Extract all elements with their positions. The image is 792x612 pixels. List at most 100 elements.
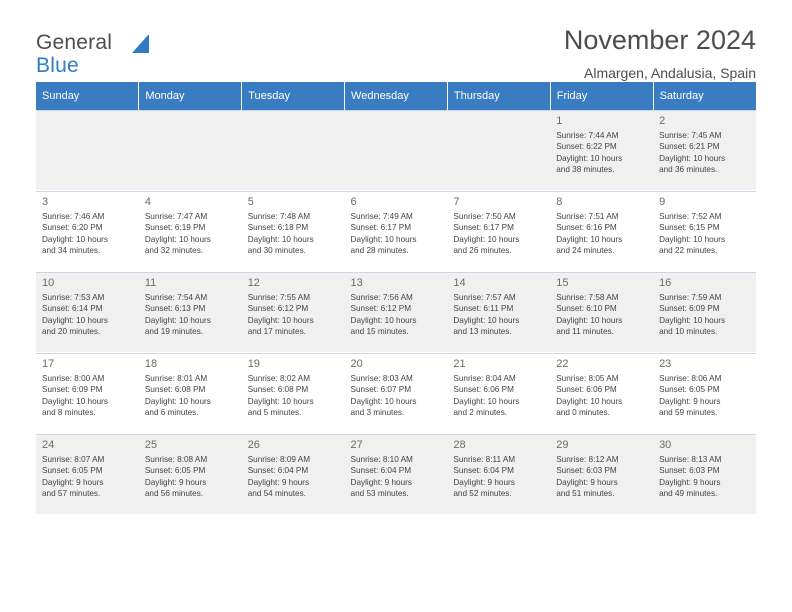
daylight-text-line2: and 19 minutes. bbox=[144, 327, 204, 337]
calendar-day-cell[interactable]: 17 Sunrise: 8:00 AM Sunset: 6:09 PM Dayligh… bbox=[36, 353, 139, 433]
daylight-text-line1: Daylight: 9 hours bbox=[659, 477, 721, 487]
day-number: 12 bbox=[247, 277, 260, 289]
daylight-text-line1: Daylight: 9 hours bbox=[453, 477, 515, 487]
calendar-day-cell[interactable]: 23 Sunrise: 8:06 AM Sunset: 6:05 PM Dayligh… bbox=[653, 353, 756, 433]
sunset-text: Sunset: 6:17 PM bbox=[453, 223, 514, 233]
calendar-day-cell[interactable]: 8 Sunrise: 7:51 AM Sunset: 6:16 PM Daylight… bbox=[550, 191, 654, 271]
calendar-day-cell[interactable]: 13 Sunrise: 7:56 AM Sunset: 6:12 PM Dayligh… bbox=[344, 272, 448, 352]
sunrise-text: Sunrise: 7:59 AM bbox=[659, 293, 722, 302]
calendar-cell-empty bbox=[344, 110, 448, 190]
calendar-day-cell[interactable]: 15 Sunrise: 7:58 AM Sunset: 6:10 PM Dayligh… bbox=[550, 272, 654, 352]
sunrise-text: Sunrise: 8:10 AM bbox=[350, 455, 413, 464]
day-number: 16 bbox=[659, 277, 672, 289]
calendar-day-cell[interactable]: 22 Sunrise: 8:05 AM Sunset: 6:06 PM Dayligh… bbox=[550, 353, 654, 433]
calendar-cell: 5 Sunrise: 7:48 AM Sunset: 6:18 PM Daylight… bbox=[241, 190, 345, 272]
calendar-day-cell[interactable]: 26 Sunrise: 8:09 AM Sunset: 6:04 PM Dayligh… bbox=[241, 434, 345, 514]
sunset-text: Sunset: 6:19 PM bbox=[144, 223, 206, 233]
daylight-text-line1: Daylight: 10 hours bbox=[659, 153, 726, 163]
sunrise-text: Sunrise: 8:09 AM bbox=[247, 455, 311, 464]
calendar-day-cell[interactable]: 18 Sunrise: 8:01 AM Sunset: 6:08 PM Dayligh… bbox=[138, 353, 242, 433]
calendar-day-cell[interactable]: 20 Sunrise: 8:03 AM Sunset: 6:07 PM Dayligh… bbox=[344, 353, 448, 433]
day-number: 22 bbox=[556, 358, 569, 370]
calendar-cell: 20 Sunrise: 8:03 AM Sunset: 6:07 PM Dayligh… bbox=[344, 352, 448, 434]
calendar-day-cell[interactable]: 2 Sunrise: 7:45 AM Sunset: 6:21 PM Daylight… bbox=[653, 110, 756, 190]
sunrise-text: Sunrise: 7:55 AM bbox=[247, 293, 311, 302]
location-subtitle: Almargen, Andalusia, Spain bbox=[584, 65, 756, 81]
day-number: 2 bbox=[659, 115, 666, 127]
daylight-text-line1: Daylight: 10 hours bbox=[144, 315, 211, 325]
calendar-cell: 29 Sunrise: 8:12 AM Sunset: 6:03 PM Dayligh… bbox=[550, 433, 654, 515]
sunset-text: Sunset: 6:08 PM bbox=[144, 385, 206, 395]
day-number: 24 bbox=[42, 439, 55, 451]
calendar-day-cell[interactable]: 12 Sunrise: 7:55 AM Sunset: 6:12 PM Dayligh… bbox=[241, 272, 345, 352]
sunset-text: Sunset: 6:09 PM bbox=[42, 385, 103, 395]
daylight-text-line2: and 6 minutes. bbox=[144, 408, 199, 418]
logo-text-blue: Blue bbox=[36, 54, 79, 77]
sunrise-text: Sunrise: 8:03 AM bbox=[350, 374, 413, 383]
daylight-text-line1: Daylight: 10 hours bbox=[453, 315, 520, 325]
weekday-header-thursday: Thursday bbox=[447, 82, 551, 110]
calendar-cell: 21 Sunrise: 8:04 AM Sunset: 6:06 PM Dayligh… bbox=[447, 352, 551, 434]
calendar-cell: 9 Sunrise: 7:52 AM Sunset: 6:15 PM Daylight… bbox=[653, 190, 756, 272]
calendar-day-cell[interactable]: 25 Sunrise: 8:08 AM Sunset: 6:05 PM Dayligh… bbox=[138, 434, 242, 514]
daylight-text-line2: and 34 minutes. bbox=[42, 246, 101, 256]
calendar-day-cell[interactable]: 14 Sunrise: 7:57 AM Sunset: 6:11 PM Dayligh… bbox=[447, 272, 551, 352]
day-number: 6 bbox=[350, 196, 357, 208]
weekday-header-friday: Friday bbox=[550, 82, 654, 110]
calendar-cell-empty bbox=[138, 110, 242, 190]
calendar-cell bbox=[36, 110, 139, 191]
calendar-cell-empty bbox=[447, 110, 551, 190]
calendar-day-cell[interactable]: 30 Sunrise: 8:13 AM Sunset: 6:03 PM Dayligh… bbox=[653, 434, 756, 514]
calendar-cell: 15 Sunrise: 7:58 AM Sunset: 6:10 PM Dayligh… bbox=[550, 271, 654, 353]
sunset-text: Sunset: 6:04 PM bbox=[247, 466, 309, 476]
sunrise-text: Sunrise: 7:48 AM bbox=[247, 212, 311, 221]
calendar-cell: 28 Sunrise: 8:11 AM Sunset: 6:04 PM Dayligh… bbox=[447, 433, 551, 515]
calendar-day-cell[interactable]: 21 Sunrise: 8:04 AM Sunset: 6:06 PM Dayligh… bbox=[447, 353, 551, 433]
weekday-header-wednesday: Wednesday bbox=[344, 82, 448, 110]
calendar-day-cell[interactable]: 6 Sunrise: 7:49 AM Sunset: 6:17 PM Daylight… bbox=[344, 191, 448, 271]
day-sun-info: Sunrise: 7:50 AM Sunset: 6:17 PM Daylight:… bbox=[453, 211, 545, 257]
day-sun-info: Sunrise: 8:07 AM Sunset: 6:05 PM Daylight:… bbox=[42, 454, 134, 500]
daylight-text-line2: and 10 minutes. bbox=[659, 327, 718, 337]
daylight-text-line1: Daylight: 10 hours bbox=[42, 396, 108, 406]
calendar-day-cell[interactable]: 11 Sunrise: 7:54 AM Sunset: 6:13 PM Dayligh… bbox=[138, 272, 242, 352]
calendar-day-cell[interactable]: 9 Sunrise: 7:52 AM Sunset: 6:15 PM Daylight… bbox=[653, 191, 756, 271]
calendar-day-cell[interactable]: 28 Sunrise: 8:11 AM Sunset: 6:04 PM Dayligh… bbox=[447, 434, 551, 514]
daylight-text-line1: Daylight: 9 hours bbox=[350, 477, 412, 487]
sunset-text: Sunset: 6:21 PM bbox=[659, 142, 720, 152]
calendar-day-cell[interactable]: 16 Sunrise: 7:59 AM Sunset: 6:09 PM Dayligh… bbox=[653, 272, 756, 352]
calendar-cell bbox=[447, 110, 551, 191]
day-number: 28 bbox=[453, 439, 466, 451]
calendar-day-cell[interactable]: 10 Sunrise: 7:53 AM Sunset: 6:14 PM Dayligh… bbox=[36, 272, 139, 352]
calendar-day-cell[interactable]: 3 Sunrise: 7:46 AM Sunset: 6:20 PM Daylight… bbox=[36, 191, 139, 271]
day-sun-info: Sunrise: 8:04 AM Sunset: 6:06 PM Daylight:… bbox=[453, 373, 545, 419]
calendar-day-cell[interactable]: 7 Sunrise: 7:50 AM Sunset: 6:17 PM Daylight… bbox=[447, 191, 551, 271]
calendar-day-cell[interactable]: 1 Sunrise: 7:44 AM Sunset: 6:22 PM Daylight… bbox=[550, 110, 654, 190]
calendar-day-cell[interactable]: 24 Sunrise: 8:07 AM Sunset: 6:05 PM Dayligh… bbox=[36, 434, 139, 514]
calendar-day-cell[interactable]: 27 Sunrise: 8:10 AM Sunset: 6:04 PM Dayligh… bbox=[344, 434, 448, 514]
calendar-day-cell[interactable]: 5 Sunrise: 7:48 AM Sunset: 6:18 PM Daylight… bbox=[241, 191, 345, 271]
daylight-text-line1: Daylight: 10 hours bbox=[42, 234, 108, 244]
calendar-day-cell[interactable]: 19 Sunrise: 8:02 AM Sunset: 6:08 PM Dayligh… bbox=[241, 353, 345, 433]
calendar-day-cell[interactable]: 4 Sunrise: 7:47 AM Sunset: 6:19 PM Daylight… bbox=[138, 191, 242, 271]
daylight-text-line1: Daylight: 9 hours bbox=[42, 477, 104, 487]
sunset-text: Sunset: 6:08 PM bbox=[247, 385, 309, 395]
daylight-text-line2: and 54 minutes. bbox=[247, 489, 306, 499]
sunrise-text: Sunrise: 7:47 AM bbox=[144, 212, 208, 221]
sunrise-text: Sunrise: 8:01 AM bbox=[144, 374, 208, 383]
calendar-cell: 30 Sunrise: 8:13 AM Sunset: 6:03 PM Dayligh… bbox=[653, 433, 756, 515]
daylight-text-line1: Daylight: 10 hours bbox=[42, 315, 108, 325]
day-sun-info: Sunrise: 7:44 AM Sunset: 6:22 PM Daylight:… bbox=[556, 130, 648, 176]
daylight-text-line2: and 36 minutes. bbox=[659, 165, 718, 175]
day-number: 5 bbox=[247, 196, 254, 208]
calendar-cell-empty bbox=[36, 110, 139, 190]
sunrise-text: Sunrise: 8:06 AM bbox=[659, 374, 722, 383]
day-sun-info: Sunrise: 7:46 AM Sunset: 6:20 PM Daylight:… bbox=[42, 211, 134, 257]
calendar-cell: 27 Sunrise: 8:10 AM Sunset: 6:04 PM Dayligh… bbox=[344, 433, 448, 515]
calendar-day-cell[interactable]: 29 Sunrise: 8:12 AM Sunset: 6:03 PM Dayligh… bbox=[550, 434, 654, 514]
calendar-cell: 18 Sunrise: 8:01 AM Sunset: 6:08 PM Dayligh… bbox=[138, 352, 242, 434]
weekday-header-monday: Monday bbox=[138, 82, 243, 110]
daylight-text-line1: Daylight: 10 hours bbox=[453, 234, 520, 244]
daylight-text-line2: and 59 minutes. bbox=[659, 408, 718, 418]
calendar-cell: 3 Sunrise: 7:46 AM Sunset: 6:20 PM Daylight… bbox=[36, 190, 139, 272]
